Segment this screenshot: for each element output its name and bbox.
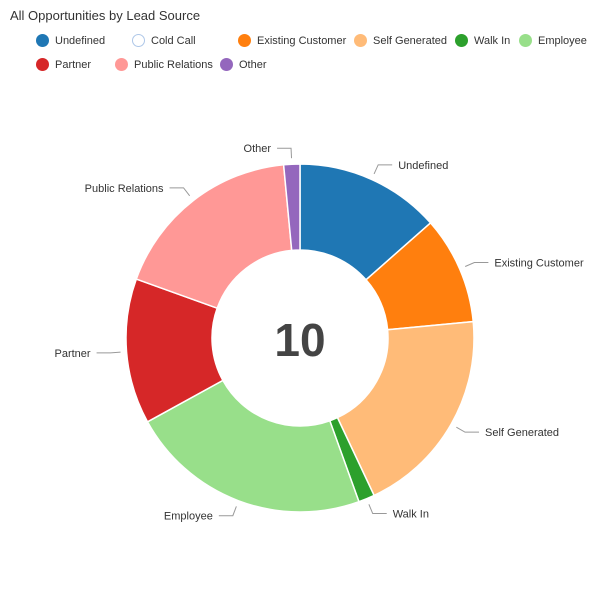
- label-leader-line: [96, 351, 121, 354]
- donut-chart: Undefined Existing Customer Self Generated…: [55, 143, 584, 523]
- slice-label-walk-in: Walk In: [393, 509, 429, 521]
- label-leader-line: [456, 426, 480, 433]
- slice-label-public-relations: Public Relations: [85, 183, 164, 195]
- slice-label-partner: Partner: [55, 348, 91, 360]
- slice-label-self-generated: Self Generated: [485, 427, 559, 439]
- label-leader-line: [464, 262, 489, 267]
- slice-label-undefined: Undefined: [398, 160, 448, 172]
- center-total: 10: [274, 314, 325, 366]
- label-leader-line: [169, 187, 191, 197]
- label-leader-line: [368, 504, 387, 515]
- label-leader-line: [277, 147, 293, 159]
- slice-label-employee: Employee: [164, 511, 213, 523]
- label-leader-line: [218, 506, 237, 517]
- slice-label-existing-customer: Existing Customer: [494, 258, 584, 270]
- slice-label-other: Other: [244, 143, 272, 155]
- label-leader-line: [373, 164, 393, 175]
